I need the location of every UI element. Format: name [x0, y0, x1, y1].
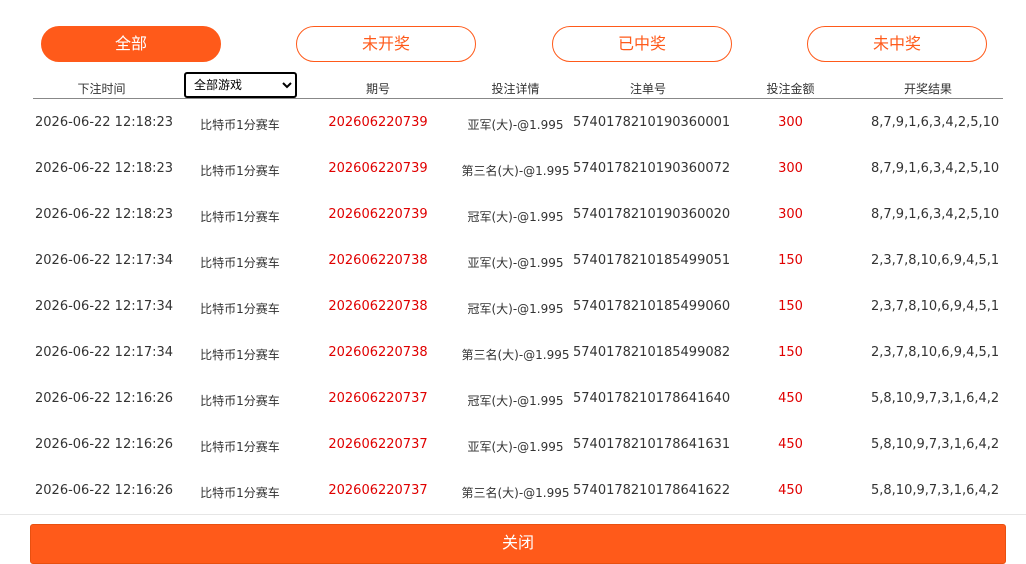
amount-cell: 300	[778, 161, 803, 176]
tab-pending[interactable]: 未开奖	[296, 26, 476, 62]
result-cell: 5,8,10,9,7,3,1,6,4,2	[871, 437, 1000, 452]
bet-time-cell: 2026-06-22 12:17:34	[35, 345, 174, 360]
header-amount: 投注金额	[766, 82, 815, 96]
header-order-no: 注单号	[629, 82, 666, 96]
table-row: 2026-06-22 12:17:34 比特币1分赛车 202606220738 第三…	[33, 329, 1003, 375]
bet-detail-cell: 亚军(大)-@1.995	[467, 256, 564, 270]
issue-cell: 202606220738	[328, 253, 428, 268]
table-row: 2026-06-22 12:16:26 比特币1分赛车 202606220737 第三…	[33, 467, 1003, 513]
game-filter-select[interactable]: 全部游戏	[184, 72, 297, 98]
bet-time-cell: 2026-06-22 12:16:26	[35, 437, 174, 452]
bet-time-cell: 2026-06-22 12:18:23	[35, 207, 174, 222]
table-row: 2026-06-22 12:17:34 比特币1分赛车 202606220738 亚军…	[33, 237, 1003, 283]
order-no-cell: 5740178210185499082	[573, 345, 731, 360]
header-result: 开奖结果	[903, 82, 952, 96]
order-no-cell: 5740178210190360020	[573, 207, 731, 222]
bet-detail-cell: 第三名(大)-@1.995	[461, 486, 570, 500]
table-row: 2026-06-22 12:16:26 比特币1分赛车 202606220737 冠军…	[33, 375, 1003, 421]
issue-cell: 202606220737	[328, 483, 428, 498]
amount-cell: 150	[778, 345, 803, 360]
header-bet-time: 下注时间	[77, 82, 126, 96]
order-no-cell: 5740178210190360001	[573, 115, 731, 130]
filter-tabs: 全部 未开奖 已中奖 未中奖	[0, 26, 1026, 62]
amount-cell: 450	[778, 391, 803, 406]
header-bet-detail: 投注详情	[491, 82, 540, 96]
close-button[interactable]: 关闭	[30, 524, 1006, 564]
issue-cell: 202606220738	[328, 299, 428, 314]
game-name-cell: 比特币1分赛车	[200, 210, 280, 224]
order-no-cell: 5740178210178641640	[573, 391, 731, 406]
result-cell: 8,7,9,1,6,3,4,2,5,10	[871, 161, 1000, 176]
tab-all[interactable]: 全部	[41, 26, 221, 62]
bet-time-cell: 2026-06-22 12:18:23	[35, 115, 174, 130]
bet-time-cell: 2026-06-22 12:17:34	[35, 299, 174, 314]
bet-detail-cell: 冠军(大)-@1.995	[467, 302, 564, 316]
bet-detail-cell: 亚军(大)-@1.995	[467, 118, 564, 132]
result-cell: 2,3,7,8,10,6,9,4,5,1	[871, 299, 1000, 314]
issue-cell: 202606220739	[328, 115, 428, 130]
game-name-cell: 比特币1分赛车	[200, 348, 280, 362]
game-name-cell: 比特币1分赛车	[200, 118, 280, 132]
issue-cell: 202606220739	[328, 207, 428, 222]
game-name-cell: 比特币1分赛车	[200, 164, 280, 178]
order-no-cell: 5740178210190360072	[573, 161, 731, 176]
result-cell: 5,8,10,9,7,3,1,6,4,2	[871, 391, 1000, 406]
bet-detail-cell: 第三名(大)-@1.995	[461, 348, 570, 362]
game-name-cell: 比特币1分赛车	[200, 394, 280, 408]
order-no-cell: 5740178210178641631	[573, 437, 731, 452]
amount-cell: 150	[778, 253, 803, 268]
game-name-cell: 比特币1分赛车	[200, 486, 280, 500]
header-issue: 期号	[365, 82, 390, 96]
bet-detail-cell: 冠军(大)-@1.995	[467, 210, 564, 224]
issue-cell: 202606220739	[328, 161, 428, 176]
tab-lost[interactable]: 未中奖	[807, 26, 987, 62]
footer-divider	[0, 514, 1026, 515]
order-no-cell: 5740178210185499051	[573, 253, 731, 268]
amount-cell: 150	[778, 299, 803, 314]
table-row: 2026-06-22 12:18:23 比特币1分赛车 202606220739 冠军…	[33, 191, 1003, 237]
game-name-cell: 比特币1分赛车	[200, 302, 280, 316]
amount-cell: 300	[778, 115, 803, 130]
result-cell: 2,3,7,8,10,6,9,4,5,1	[871, 253, 1000, 268]
issue-cell: 202606220737	[328, 391, 428, 406]
result-cell: 8,7,9,1,6,3,4,2,5,10	[871, 207, 1000, 222]
table-row: 2026-06-22 12:16:26 比特币1分赛车 202606220737 亚军…	[33, 421, 1003, 467]
bet-records-list: 2026-06-22 12:18:23 比特币1分赛车 202606220739 亚军…	[33, 99, 1003, 513]
order-no-cell: 5740178210178641622	[573, 483, 731, 498]
result-cell: 2,3,7,8,10,6,9,4,5,1	[871, 345, 1000, 360]
result-cell: 8,7,9,1,6,3,4,2,5,10	[871, 115, 1000, 130]
amount-cell: 450	[778, 437, 803, 452]
amount-cell: 300	[778, 207, 803, 222]
tab-won[interactable]: 已中奖	[552, 26, 732, 62]
bet-time-cell: 2026-06-22 12:16:26	[35, 483, 174, 498]
bet-detail-cell: 亚军(大)-@1.995	[467, 440, 564, 454]
issue-cell: 202606220737	[328, 437, 428, 452]
amount-cell: 450	[778, 483, 803, 498]
issue-cell: 202606220738	[328, 345, 428, 360]
bet-time-cell: 2026-06-22 12:16:26	[35, 391, 174, 406]
order-no-cell: 5740178210185499060	[573, 299, 731, 314]
game-name-cell: 比特币1分赛车	[200, 440, 280, 454]
result-cell: 5,8,10,9,7,3,1,6,4,2	[871, 483, 1000, 498]
bet-time-cell: 2026-06-22 12:17:34	[35, 253, 174, 268]
bet-detail-cell: 冠军(大)-@1.995	[467, 394, 564, 408]
table-row: 2026-06-22 12:18:23 比特币1分赛车 202606220739 亚军…	[33, 99, 1003, 145]
table-row: 2026-06-22 12:18:23 比特币1分赛车 202606220739 第三…	[33, 145, 1003, 191]
bet-detail-cell: 第三名(大)-@1.995	[461, 164, 570, 178]
bet-time-cell: 2026-06-22 12:18:23	[35, 161, 174, 176]
game-name-cell: 比特币1分赛车	[200, 256, 280, 270]
table-row: 2026-06-22 12:17:34 比特币1分赛车 202606220738 冠军…	[33, 283, 1003, 329]
table-header: 下注时间 全部游戏 期号 投注详情 注单号 投注金额 开奖结果	[33, 72, 1003, 99]
